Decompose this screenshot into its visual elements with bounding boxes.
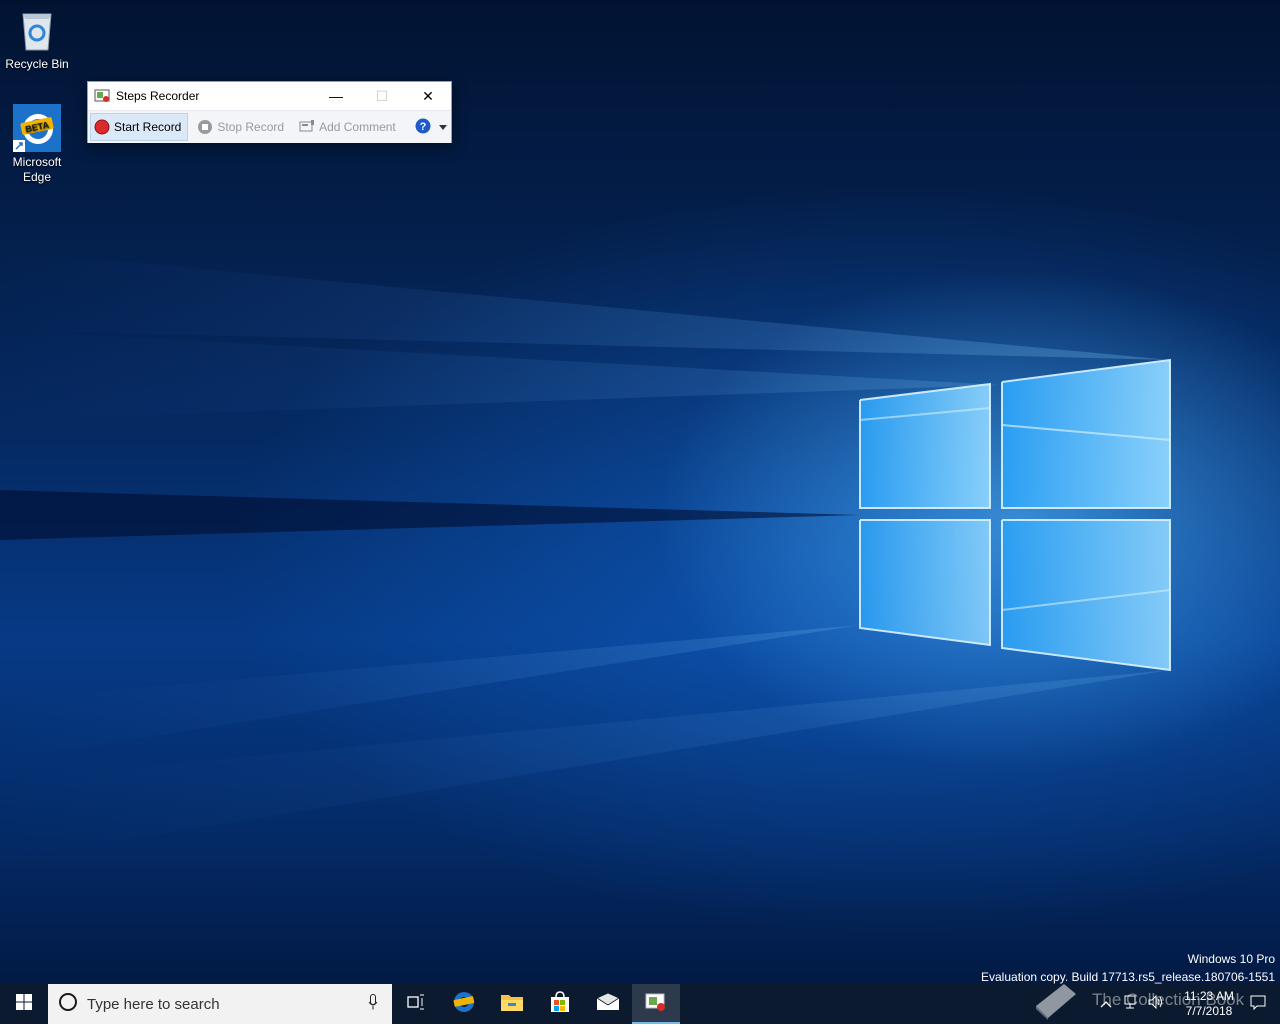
edge-beta-icon	[452, 990, 476, 1019]
comment-icon	[299, 119, 315, 135]
edition-text: Windows 10 Pro	[1187, 952, 1275, 966]
start-button[interactable]	[0, 984, 48, 1024]
windows-logo-wallpaper-art	[0, 250, 1171, 860]
stop-icon	[197, 119, 213, 135]
mail-icon	[596, 992, 620, 1016]
microphone-icon[interactable]	[368, 993, 378, 1015]
action-center-icon[interactable]	[1250, 994, 1266, 1015]
task-view-icon	[407, 994, 425, 1015]
steps-recorder-icon	[94, 88, 110, 104]
network-icon[interactable]	[1122, 995, 1138, 1014]
start-record-label: Start Record	[114, 120, 182, 134]
taskbar-mail-button[interactable]	[584, 984, 632, 1024]
toolbar: Start Record Stop Record Add Comment ?	[88, 110, 451, 143]
search-placeholder[interactable]: Type here to search	[87, 996, 368, 1013]
cortana-icon	[58, 992, 78, 1017]
recycle-bin-label: Recycle Bin	[5, 57, 69, 71]
recycle-bin-icon	[13, 6, 61, 54]
desktop-icon-recycle-bin[interactable]: Recycle Bin	[0, 6, 74, 72]
windows-start-icon	[16, 993, 32, 1015]
chevron-down-icon[interactable]	[439, 120, 447, 134]
taskbar-store-button[interactable]	[536, 984, 584, 1024]
search-box[interactable]: Type here to search	[48, 984, 392, 1024]
help-icon[interactable]: ?	[415, 118, 431, 137]
window-title: Steps Recorder	[116, 89, 200, 103]
clock[interactable]: 11:23 AM 7/7/2018	[1174, 989, 1244, 1019]
svg-text:?: ?	[420, 121, 427, 133]
stop-record-label: Stop Record	[217, 120, 285, 134]
store-icon	[549, 990, 571, 1018]
volume-icon[interactable]	[1148, 994, 1164, 1014]
taskbar-file-explorer-button[interactable]	[488, 984, 536, 1024]
steps-recorder-icon	[645, 992, 667, 1017]
maximize-button: ☐	[375, 87, 389, 104]
minimize-button[interactable]: —	[313, 82, 359, 110]
taskbar: Type here to search 11:23 AM 7/7/2018	[0, 984, 1280, 1024]
clock-date: 7/7/2018	[1185, 1004, 1233, 1018]
task-view-button[interactable]	[392, 984, 440, 1024]
taskbar-edge-button[interactable]	[440, 984, 488, 1024]
close-button[interactable]: ✕	[405, 82, 451, 110]
clock-time: 11:23 AM	[1184, 989, 1234, 1003]
add-comment-button: Add Comment	[296, 113, 402, 141]
taskbar-steps-recorder-button[interactable]	[632, 984, 680, 1024]
stop-record-button: Stop Record	[194, 113, 290, 141]
help-menu[interactable]: ?	[415, 118, 447, 137]
build-text: Evaluation copy. Build 17713.rs5_release…	[981, 970, 1275, 984]
microsoft-edge-label: Microsoft Edge	[12, 155, 62, 184]
build-watermark: Windows 10 Pro Evaluation copy. Build 17…	[981, 950, 1275, 984]
system-tray: 11:23 AM 7/7/2018	[1100, 984, 1280, 1024]
add-comment-label: Add Comment	[319, 120, 396, 134]
steps-recorder-window[interactable]: Steps Recorder — ☐ ✕ Start Record Stop R…	[87, 81, 452, 143]
desktop-wallpaper: Recycle Bin BETA Microsoft Edge Steps Re…	[0, 0, 1280, 984]
desktop-icon-microsoft-edge[interactable]: BETA Microsoft Edge	[0, 104, 74, 185]
record-icon	[94, 119, 110, 135]
edge-beta-icon: BETA	[13, 104, 61, 152]
start-record-button[interactable]: Start Record	[90, 113, 189, 141]
title-bar[interactable]: Steps Recorder — ☐ ✕	[88, 82, 451, 110]
file-explorer-icon	[500, 992, 524, 1017]
show-hidden-icons-chevron-up-icon[interactable]	[1100, 995, 1112, 1013]
